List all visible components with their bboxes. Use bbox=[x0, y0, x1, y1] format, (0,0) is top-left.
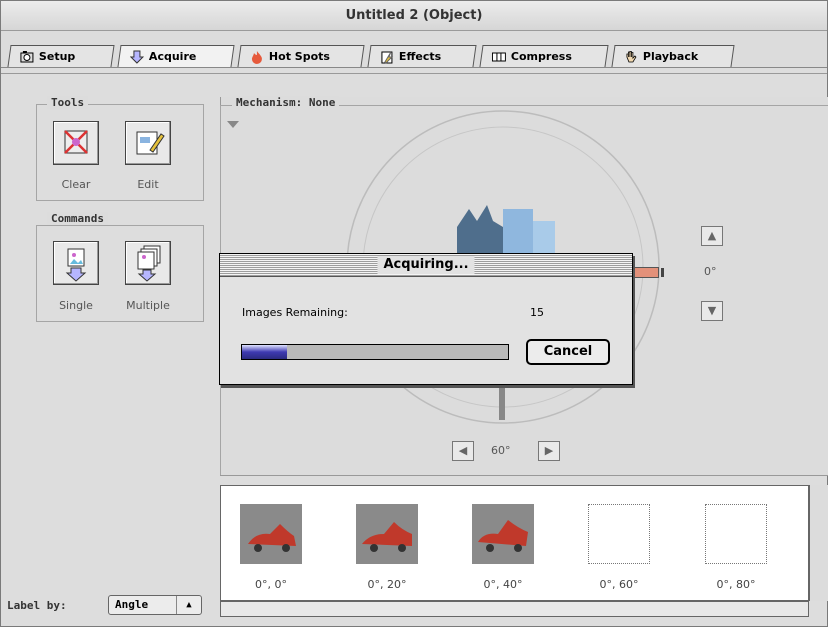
car-image bbox=[478, 520, 528, 552]
dialog-title-bar[interactable]: Acquiring... bbox=[220, 254, 632, 277]
thumbnail-label-3: 0°, 60° bbox=[599, 578, 639, 591]
window-title: Untitled 2 (Object) bbox=[345, 8, 483, 23]
multiple-label: Multiple bbox=[126, 299, 170, 312]
thumbnail-4[interactable] bbox=[705, 504, 767, 564]
thumbnail-vertical-scrollbar[interactable] bbox=[809, 485, 828, 601]
tab-effects[interactable]: Effects bbox=[367, 45, 477, 67]
thumbnail-2[interactable] bbox=[472, 504, 534, 564]
tools-group-title: Tools bbox=[47, 96, 89, 109]
mechanism-title: Mechanism: None bbox=[232, 96, 340, 109]
tab-effects-label: Effects bbox=[398, 50, 442, 63]
tab-hot-spots[interactable]: Hot Spots bbox=[237, 45, 365, 67]
tab-compress[interactable]: Compress bbox=[479, 45, 609, 67]
download-arrow-icon bbox=[129, 50, 144, 64]
updown-arrows-icon: ▲ bbox=[176, 596, 201, 614]
edit-button[interactable] bbox=[125, 121, 171, 165]
thumbnail-1[interactable] bbox=[356, 504, 418, 564]
horizontal-angle-readout: 60° bbox=[491, 444, 511, 457]
pan-right-button[interactable]: ▶ bbox=[538, 441, 560, 461]
edit-icon bbox=[136, 131, 165, 155]
tab-acquire-label: Acquire bbox=[148, 50, 197, 63]
cancel-button[interactable]: Cancel bbox=[526, 339, 610, 365]
thumbnail-0[interactable] bbox=[240, 504, 302, 564]
single-capture-icon bbox=[65, 248, 87, 282]
dialog-title: Acquiring... bbox=[377, 256, 475, 274]
tab-compress-label: Compress bbox=[510, 50, 572, 63]
single-button[interactable] bbox=[53, 241, 99, 285]
effects-icon bbox=[381, 51, 394, 64]
pan-left-button[interactable]: ◀ bbox=[452, 441, 474, 461]
thumbnail-label-0: 0°, 0° bbox=[255, 578, 287, 591]
multiple-capture-icon bbox=[137, 245, 161, 282]
progress-bar-fill bbox=[242, 345, 288, 359]
multiple-button[interactable] bbox=[125, 241, 171, 285]
thumbnail-scrollbar[interactable] bbox=[220, 601, 809, 617]
main-window: Untitled 2 (Object) Setup Acquire Hot Sp… bbox=[0, 0, 828, 627]
title-bar[interactable]: Untitled 2 (Object) bbox=[1, 1, 827, 31]
tilt-down-button[interactable]: ▼ bbox=[701, 301, 723, 321]
camera-indicator-icon bbox=[633, 267, 671, 278]
car-image bbox=[362, 522, 412, 552]
label-by-select[interactable]: Angle ▲ bbox=[108, 595, 202, 615]
thumbnail-3[interactable] bbox=[588, 504, 650, 564]
car-image bbox=[248, 524, 296, 552]
camera-icon bbox=[20, 50, 34, 62]
single-label: Single bbox=[59, 299, 93, 312]
tab-bar: Setup Acquire Hot Spots Effects Compress… bbox=[1, 31, 827, 68]
hotspot-icon bbox=[251, 50, 262, 64]
commands-group-title: Commands bbox=[47, 212, 108, 225]
clear-button[interactable] bbox=[53, 121, 99, 165]
vertical-angle-readout: 0° bbox=[704, 265, 717, 278]
up-arrow-icon: ▲ bbox=[707, 229, 717, 242]
tab-hot-spots-label: Hot Spots bbox=[268, 50, 330, 63]
tilt-up-button[interactable]: ▲ bbox=[701, 226, 723, 246]
content-divider bbox=[1, 73, 827, 74]
tab-playback-label: Playback bbox=[642, 50, 699, 63]
tab-setup[interactable]: Setup bbox=[7, 45, 115, 67]
acquiring-dialog: Acquiring... Images Remaining: 15 Cancel bbox=[219, 253, 633, 385]
thumbnail-strip: 0°, 0° 0°, 20° 0°, 40° 0°, 60° 0°, 80° bbox=[220, 485, 809, 601]
clear-icon bbox=[64, 130, 88, 154]
film-icon bbox=[491, 52, 506, 61]
thumbnail-label-2: 0°, 40° bbox=[483, 578, 523, 591]
tab-setup-label: Setup bbox=[38, 50, 76, 63]
edit-label: Edit bbox=[137, 178, 159, 191]
clear-label: Clear bbox=[61, 178, 91, 191]
images-remaining-count: 15 bbox=[530, 306, 544, 319]
left-arrow-icon: ◀ bbox=[458, 444, 468, 457]
thumbnail-label-4: 0°, 80° bbox=[716, 578, 756, 591]
hand-icon bbox=[626, 50, 637, 62]
tab-acquire[interactable]: Acquire bbox=[117, 45, 235, 67]
label-by-label: Label by: bbox=[7, 599, 67, 612]
progress-bar bbox=[241, 344, 509, 360]
down-arrow-icon: ▼ bbox=[707, 304, 717, 317]
images-remaining-label: Images Remaining: bbox=[242, 306, 348, 319]
thumbnail-label-1: 0°, 20° bbox=[367, 578, 407, 591]
tab-playback[interactable]: Playback bbox=[611, 45, 735, 67]
label-by-value: Angle bbox=[115, 598, 149, 611]
right-arrow-icon: ▶ bbox=[544, 444, 554, 457]
